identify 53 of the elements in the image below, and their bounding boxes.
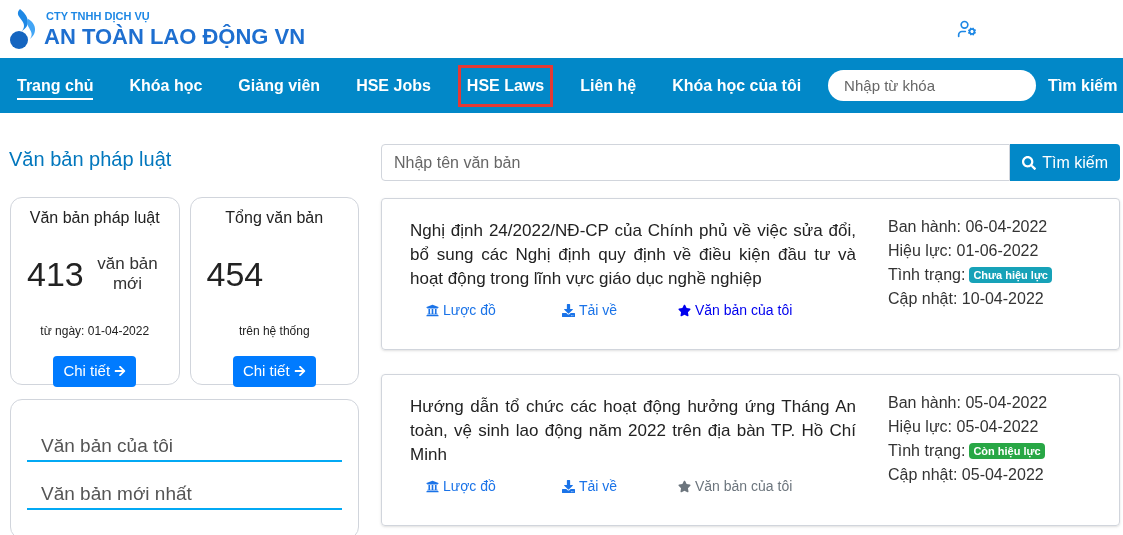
page-title: Văn bản pháp luật [9, 147, 173, 172]
save-document-link[interactable]: Văn bản của tôi [678, 476, 793, 497]
save-document-link[interactable]: Văn bản của tôi [678, 300, 793, 321]
download-icon [562, 480, 575, 493]
nav-item[interactable]: Giảng viên [229, 64, 330, 107]
document-search-field[interactable]: Nhập tên văn bản [381, 144, 1011, 181]
sidebar-link[interactable]: Văn bản của tôi [27, 432, 342, 462]
nav-search-button[interactable]: Tìm kiếm [1048, 73, 1118, 98]
stat-title: Tổng văn bản [225, 208, 324, 228]
nav-item[interactable]: Khóa học [120, 64, 212, 107]
sidebar-link[interactable]: Văn bản mới nhất [27, 480, 342, 510]
stat-count: 413 [27, 253, 84, 295]
stat-unit: văn bản mới [96, 254, 159, 294]
search-icon [1022, 155, 1037, 170]
star-icon [678, 304, 691, 317]
diagram-link[interactable]: Lược đồ [410, 476, 562, 497]
issued-date: Ban hành: 06-04-2022 [888, 217, 1049, 237]
issued-date: Ban hành: 05-04-2022 [888, 393, 1048, 413]
stat-note: từ ngày: 01-04-2022 [40, 323, 150, 340]
download-icon [562, 304, 575, 317]
logo-tagline: CTY TNHH DỊCH VỤ [46, 10, 151, 22]
updated-date: Cập nhật: 10-04-2022 [888, 289, 1045, 309]
bank-icon [426, 304, 439, 317]
star-icon [678, 480, 691, 493]
details-button[interactable]: Chi tiết [232, 356, 316, 387]
stat-count: 454 [206, 253, 264, 295]
download-link[interactable]: Tải về [562, 476, 678, 497]
document-title[interactable]: Hướng dẫn tổ chức các hoạt động hưởng ứng Tháng An toàn, vệ sinh lao động năm 2022 trên địa bàn TP. Hồ Chí Minh [410, 395, 856, 467]
bank-icon [426, 480, 439, 493]
updated-date: Cập nhật: 05-04-2022 [888, 465, 1045, 485]
status-badge: Chưa hiệu lực [969, 267, 1052, 283]
nav-item[interactable]: Khóa học của tôi [663, 64, 811, 107]
diagram-link[interactable]: Lược đồ [410, 300, 562, 321]
nav-item[interactable]: HSE Laws [457, 64, 554, 107]
nav-item[interactable]: Liên hệ [571, 64, 646, 107]
status-label: Tình trạng: [888, 265, 966, 285]
download-link[interactable]: Tải về [562, 300, 678, 321]
details-button[interactable]: Chi tiết [53, 356, 137, 387]
stat-note: trên hệ thống [238, 323, 310, 340]
status-label: Tình trạng: [888, 441, 966, 461]
arrow-right-icon [114, 365, 127, 378]
user-icon[interactable] [957, 19, 977, 39]
effective-date: Hiệu lực: 01-06-2022 [888, 241, 1040, 261]
nav-item[interactable]: HSE Jobs [347, 64, 440, 107]
nav-item[interactable]: Trang chủ [8, 64, 103, 107]
stat-title: Văn bản pháp luật [29, 208, 160, 228]
search-button[interactable]: Tìm kiếm [1010, 144, 1120, 181]
keyword-search-field[interactable]: Nhập từ khóa [828, 70, 1037, 101]
arrow-right-icon [293, 365, 306, 378]
document-title[interactable]: Nghị định 24/2022/NĐ-CP của Chính phủ về việc sửa đổi, bổ sung các Nghị định quy định về điều kiện đầu tư và hoạt động trong lĩnh vực giáo dục nghề nghiệp [410, 219, 856, 291]
effective-date: Hiệu lực: 05-04-2022 [888, 417, 1040, 437]
status-badge: Còn hiệu lực [969, 443, 1045, 459]
logo-icon [8, 9, 38, 49]
